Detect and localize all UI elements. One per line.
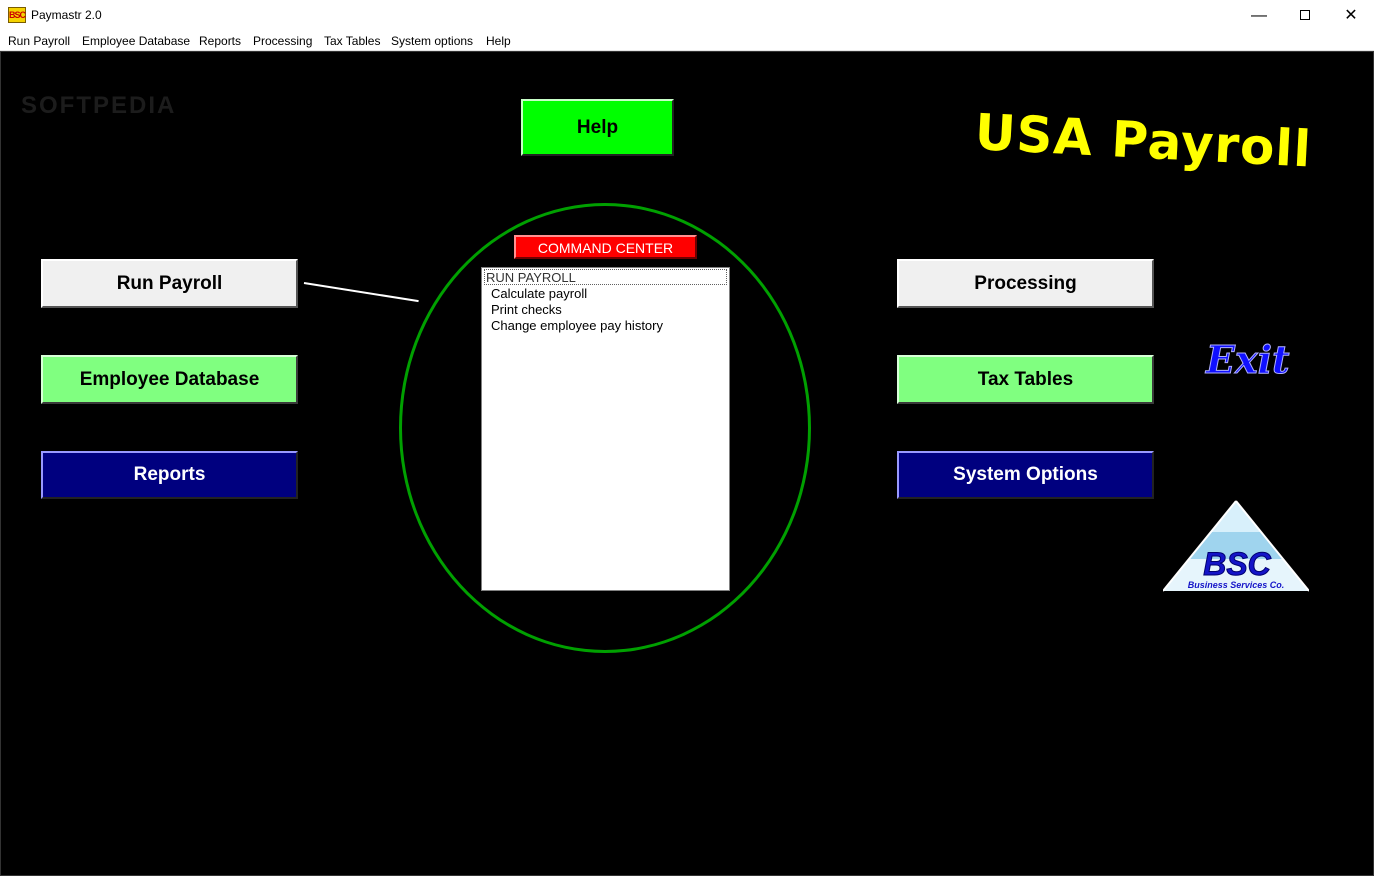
command-center-header[interactable]: RUN PAYROLL xyxy=(484,269,727,285)
app-icon[interactable]: BSC xyxy=(8,7,26,23)
menu-reports[interactable]: Reports xyxy=(199,34,241,48)
list-item-change-pay-history[interactable]: Change employee pay history xyxy=(491,318,663,333)
watermark: SOFTPEDIA xyxy=(21,92,177,119)
logo-caption: Business Services Co. xyxy=(1188,580,1285,590)
menu-system-options[interactable]: System options xyxy=(391,34,473,48)
title-bar: BSC Paymastr 2.0 — ✕ xyxy=(0,0,1374,31)
menu-processing[interactable]: Processing xyxy=(253,34,312,48)
menu-employee-database[interactable]: Employee Database xyxy=(82,34,190,48)
exit-button[interactable]: Exit xyxy=(1206,337,1291,383)
tax-tables-button[interactable]: Tax Tables xyxy=(897,355,1154,404)
list-item-print-checks[interactable]: Print checks xyxy=(491,302,562,317)
menu-run-payroll[interactable]: Run Payroll xyxy=(8,34,70,48)
reports-button[interactable]: Reports xyxy=(41,451,298,499)
minimize-button[interactable]: — xyxy=(1236,0,1282,31)
processing-button[interactable]: Processing xyxy=(897,259,1154,308)
list-item-calculate-payroll[interactable]: Calculate payroll xyxy=(491,286,587,301)
employee-database-button[interactable]: Employee Database xyxy=(41,355,298,404)
help-button[interactable]: Help xyxy=(521,99,674,156)
run-payroll-button[interactable]: Run Payroll xyxy=(41,259,298,308)
logo-letters: BSC xyxy=(1203,546,1271,582)
menu-tax-tables[interactable]: Tax Tables xyxy=(324,34,380,48)
menu-help[interactable]: Help xyxy=(486,34,511,48)
window-title: Paymastr 2.0 xyxy=(31,8,102,22)
menu-bar: Run Payroll Employee Database Reports Pr… xyxy=(0,31,1374,51)
command-center-label: COMMAND CENTER xyxy=(514,235,697,259)
maximize-icon xyxy=(1300,10,1310,20)
maximize-button[interactable] xyxy=(1282,0,1328,31)
command-center-list[interactable]: RUN PAYROLL Calculate payroll Print chec… xyxy=(481,267,730,591)
system-options-button[interactable]: System Options xyxy=(897,451,1154,499)
close-button[interactable]: ✕ xyxy=(1328,0,1374,31)
bsc-logo: BSC Business Services Co. xyxy=(1163,500,1309,592)
